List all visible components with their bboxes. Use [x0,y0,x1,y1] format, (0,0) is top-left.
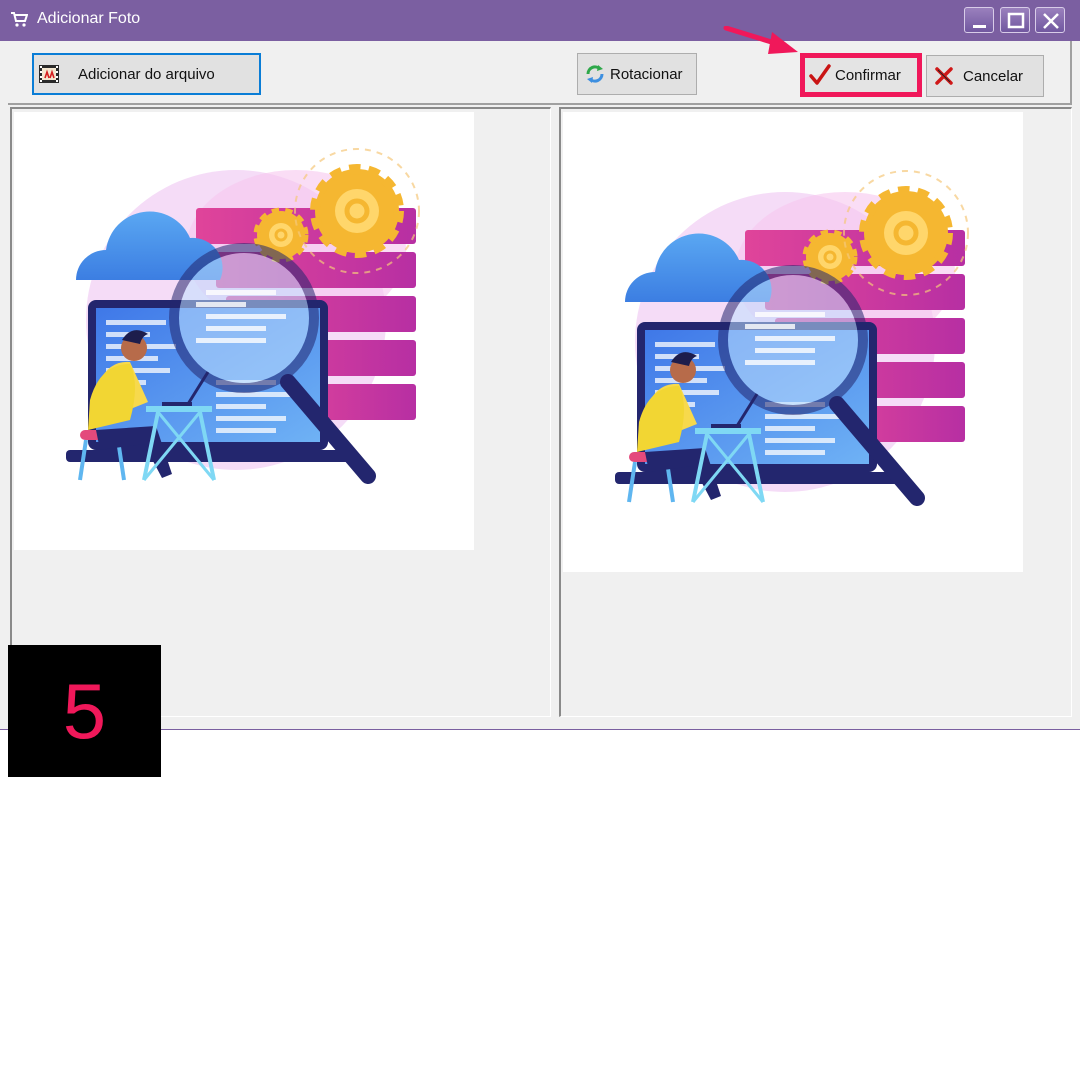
rotate-button[interactable]: Rotacionar [577,53,697,95]
maximize-button[interactable] [1000,7,1030,33]
arrow-icon [723,26,798,54]
preview-photo [563,112,1023,572]
confirm-label: Confirmar [835,66,901,84]
add-photo-window: Adicionar Foto Adicionar do arquivo Rota… [0,0,1080,730]
cancel-label: Cancelar [963,67,1024,85]
preview-photo-panel [559,107,1072,717]
rotate-icon [586,65,604,83]
x-icon [935,67,953,85]
add-from-file-button[interactable]: Adicionar do arquivo [32,53,261,95]
step-number: 5 [62,667,107,755]
cart-icon [11,12,28,27]
step-badge: 5 [8,645,161,777]
window-title: Adicionar Foto [37,10,141,27]
rotate-label: Rotacionar [610,65,683,83]
maximize-icon [1007,12,1025,29]
close-button[interactable] [1035,7,1065,33]
illustration-magnifier-laptop [615,162,975,522]
illustration-magnifier-laptop [66,140,426,500]
original-photo [14,112,474,550]
minimize-icon [973,25,986,28]
close-icon [1043,13,1059,29]
title-bar[interactable]: Adicionar Foto [0,0,1080,41]
confirm-button[interactable]: Confirmar [800,53,922,97]
film-strip-icon [39,65,59,83]
original-photo-panel [10,107,551,717]
minimize-button[interactable] [964,7,994,33]
toolbar: Adicionar do arquivo Rotacionar Confirma… [8,41,1072,105]
add-from-file-label: Adicionar do arquivo [78,65,215,83]
cancel-button[interactable]: Cancelar [926,55,1044,97]
checkmark-icon [809,64,831,85]
